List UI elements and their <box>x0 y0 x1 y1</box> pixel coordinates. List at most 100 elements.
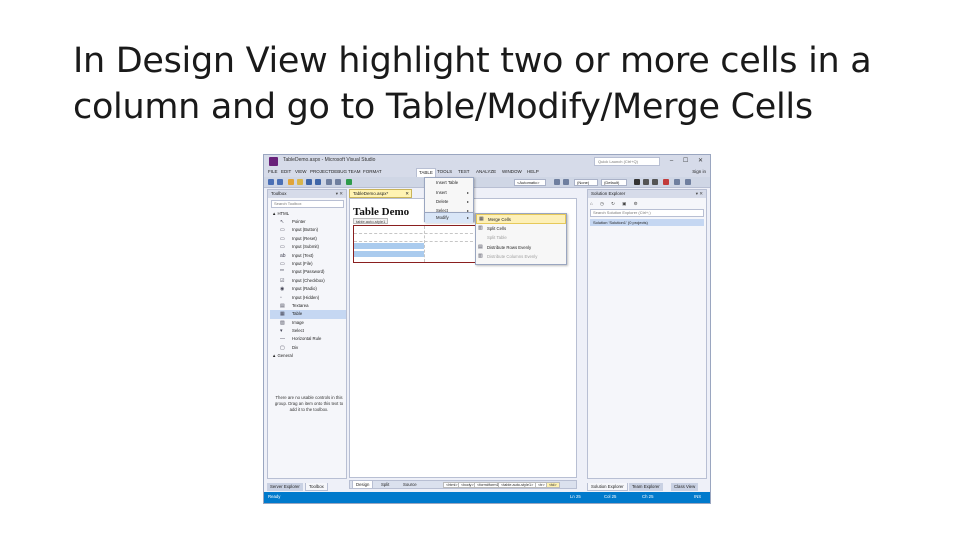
bold-icon[interactable] <box>634 179 640 185</box>
list-icon[interactable] <box>685 179 691 185</box>
redo-icon[interactable] <box>335 179 341 185</box>
close-tab-icon[interactable]: ✕ <box>405 190 409 197</box>
toolbox-item[interactable]: — Horizontal Rule <box>270 335 346 343</box>
underline-icon[interactable] <box>652 179 658 185</box>
toolbox-group-html[interactable]: ▲ HTML <box>270 210 346 218</box>
toolbox-item[interactable]: ** Input (Password) <box>270 268 346 276</box>
save-all-icon[interactable] <box>315 179 321 185</box>
menu-window[interactable]: WINDOW <box>502 169 522 174</box>
menu-distribute-columns[interactable]: ▥ Distribute Columns Evenly <box>476 252 566 262</box>
menu-merge-cells[interactable]: ▦ Merge Cells <box>476 214 566 224</box>
pin-icon[interactable]: ▾ ✕ <box>696 190 703 198</box>
solution-explorer-toolbar[interactable]: ⌂ ◷ ↻ ▣ ⚙ <box>590 200 704 208</box>
breadcrumb-table[interactable]: <table.auto-style1> <box>498 482 537 488</box>
solution-explorer-pane: Solution Explorer ▾ ✕ ⌂ ◷ ↻ ▣ ⚙ Search S… <box>587 189 707 479</box>
menu-split-table[interactable]: Split Table <box>476 233 566 243</box>
toolbox-item[interactable]: ▾ Select <box>270 327 346 335</box>
menu-modify[interactable]: Modify ▸ <box>425 213 473 223</box>
new-project-icon[interactable] <box>288 179 294 185</box>
file-input-icon: ▭ <box>280 260 285 267</box>
open-file-icon[interactable] <box>297 179 303 185</box>
menu-help[interactable]: HELP <box>527 169 539 174</box>
menu-delete[interactable]: Delete ▸ <box>425 197 473 207</box>
menu-edit[interactable]: EDIT <box>281 169 291 174</box>
toolbox-item[interactable]: ▭ Input (Submit) <box>270 243 346 251</box>
tab-solution-explorer[interactable]: Solution Explorer <box>587 483 628 491</box>
tab-server-explorer[interactable]: Server Explorer <box>267 483 303 491</box>
table-icon: ▦ <box>280 311 285 318</box>
start-debugging-icon[interactable] <box>346 179 352 185</box>
menu-test[interactable]: TEST <box>458 169 470 174</box>
modify-menu-parent: Modify ▸ <box>424 212 474 223</box>
menu-bar: FILE EDIT VIEW PROJECT DEBUG TEAM FORMAT… <box>264 168 710 177</box>
tab-toolbox[interactable]: Toolbox <box>305 483 328 491</box>
selected-cell[interactable] <box>354 251 424 257</box>
menu-tools[interactable]: TOOLS <box>437 169 452 174</box>
font-combo[interactable]: (Default) <box>601 179 627 186</box>
toolbox-item[interactable]: ▭ Input (Button) <box>270 226 346 234</box>
toolbox-search-input[interactable]: Search Toolbox <box>271 200 344 208</box>
menu-file[interactable]: FILE <box>268 169 278 174</box>
breadcrumb-td[interactable]: <td> <box>546 482 560 488</box>
window-controls[interactable]: – ☐ ✕ <box>670 157 707 164</box>
toolbox-item-label: Input (Text) <box>292 252 314 258</box>
toolbox-item[interactable]: ab Input (Text) <box>270 252 346 260</box>
forward-icon[interactable] <box>277 179 283 185</box>
menu-analyze[interactable]: ANALYZE <box>476 169 496 174</box>
tab-source[interactable]: Source <box>400 481 420 489</box>
toolbox-item[interactable]: ▭ Input (Reset) <box>270 235 346 243</box>
font-color-icon[interactable] <box>663 179 669 185</box>
table-row <box>354 234 478 242</box>
quick-launch-input[interactable]: Quick Launch (Ctrl+Q) <box>594 157 660 166</box>
italic-icon[interactable] <box>643 179 649 185</box>
css-icon[interactable] <box>563 179 569 185</box>
document-tab[interactable]: TableDemo.aspx* ✕ <box>349 189 412 198</box>
save-icon[interactable] <box>306 179 312 185</box>
toolbox-item-label: Div <box>292 344 299 350</box>
tab-split[interactable]: Split <box>378 481 392 489</box>
toolbox-item[interactable]: ☑ Input (Checkbox) <box>270 277 346 285</box>
toolbox-item[interactable]: ↖ Pointer <box>270 218 346 226</box>
back-icon[interactable] <box>268 179 274 185</box>
pin-icon[interactable]: ▾ ✕ <box>336 190 343 198</box>
menu-project[interactable]: PROJECT <box>310 169 331 174</box>
radio-icon: ◉ <box>280 286 285 293</box>
design-table[interactable] <box>353 225 479 263</box>
tab-team-explorer[interactable]: Team Explorer <box>629 483 663 491</box>
menu-insert[interactable]: Insert ▸ <box>425 188 473 198</box>
modify-submenu: ▦ Merge Cells ▥ Split Cells Split Table ▤ D… <box>475 213 567 265</box>
toolbox-group-general[interactable]: ▲ General <box>270 352 346 360</box>
toolbox-item-table[interactable]: ▦ Table <box>270 310 346 319</box>
toolbox-pane: Toolbox ▾ ✕ Search Toolbox ▲ HTML ↖ Point… <box>267 189 347 479</box>
tab-class-view[interactable]: Class View <box>671 483 699 491</box>
toolbox-item[interactable]: ▨ Image <box>270 319 346 327</box>
status-ready: Ready <box>268 494 281 499</box>
menu-team[interactable]: TEAM <box>348 169 361 174</box>
toolbox-item[interactable]: ▭ Input (File) <box>270 260 346 268</box>
solution-explorer-search-input[interactable]: Search Solution Explorer (Ctrl+;) <box>590 209 704 217</box>
target-combo[interactable]: <Automatic> <box>514 179 546 186</box>
menu-distribute-rows[interactable]: ▤ Distribute Rows Evenly <box>476 243 566 253</box>
toolbox-item[interactable]: ▢ Div <box>270 344 346 352</box>
toolbox-item[interactable]: ▤ Textarea <box>270 302 346 310</box>
submenu-arrow-icon: ▸ <box>466 199 469 205</box>
menu-format[interactable]: FORMAT <box>363 169 382 174</box>
toolbox-item[interactable]: ▫ Input (Hidden) <box>270 294 346 302</box>
toolbox-item-label: Input (Button) <box>292 227 319 233</box>
tab-design[interactable]: Design <box>352 481 374 489</box>
menu-insert-table[interactable]: Insert Table <box>425 178 473 188</box>
menu-debug[interactable]: DEBUG <box>331 169 347 174</box>
undo-icon[interactable] <box>326 179 332 185</box>
menu-split-cells[interactable]: ▥ Split Cells <box>476 224 566 234</box>
format-icon[interactable] <box>554 179 560 185</box>
solution-root-item[interactable]: Solution 'Solution1' (0 projects) <box>590 219 704 226</box>
style-combo[interactable]: (None) <box>574 179 598 186</box>
menu-view[interactable]: VIEW <box>295 169 307 174</box>
status-insert-mode: INS <box>694 494 702 499</box>
selected-cell[interactable] <box>354 243 424 249</box>
align-icon[interactable] <box>674 179 680 185</box>
sign-in-link[interactable]: Sign in <box>692 169 706 174</box>
column-divider <box>424 226 425 262</box>
toolbox-item[interactable]: ◉ Input (Radio) <box>270 285 346 293</box>
menu-table[interactable]: TABLE <box>416 168 436 177</box>
